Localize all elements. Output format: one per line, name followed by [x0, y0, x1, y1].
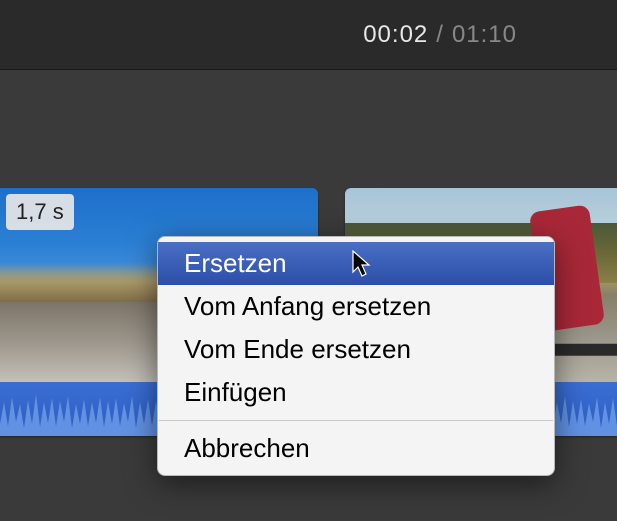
- time-separator: /: [436, 21, 444, 49]
- clip-duration-badge: 1,7 s: [6, 194, 74, 230]
- toolbar: 00:02 / 01:10: [0, 0, 617, 70]
- menu-divider: [159, 420, 553, 421]
- menu-item-insert[interactable]: Einfügen: [158, 371, 554, 414]
- playhead-total-time: 01:10: [452, 21, 517, 49]
- context-menu: Ersetzen Vom Anfang ersetzen Vom Ende er…: [157, 236, 555, 476]
- menu-item-replace[interactable]: Ersetzen: [158, 242, 554, 285]
- menu-item-replace-from-end[interactable]: Vom Ende ersetzen: [158, 328, 554, 371]
- timeline[interactable]: 1,7 s Ersetzen Vom Anfang ersetzen Vom E…: [0, 70, 617, 521]
- playhead-current-time: 00:02: [363, 21, 428, 49]
- menu-item-replace-from-start[interactable]: Vom Anfang ersetzen: [158, 285, 554, 328]
- menu-item-cancel[interactable]: Abbrechen: [158, 427, 554, 470]
